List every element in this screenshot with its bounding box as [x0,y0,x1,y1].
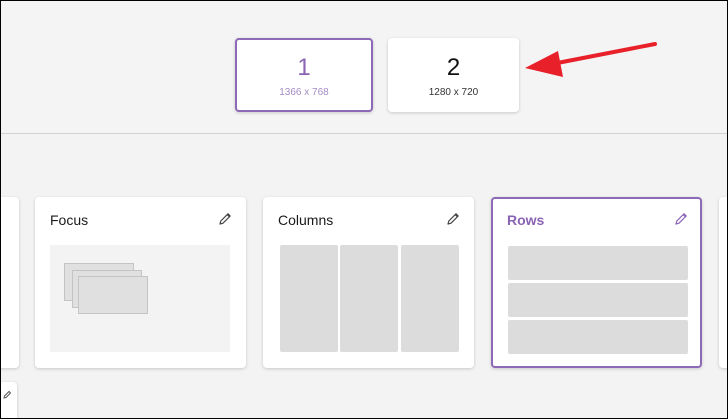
layout-card-rows[interactable]: Rows [491,197,702,368]
row-zone-2 [508,283,688,317]
pencil-icon[interactable] [673,211,689,227]
focus-zone-3 [78,276,148,314]
layout-card-title: Focus [50,212,89,228]
layout-card-previous-partial[interactable] [1,197,19,368]
layout-preview-rows [508,246,688,354]
layout-preview-focus [50,245,230,352]
pencil-icon[interactable] [445,211,461,227]
monitor-1-resolution: 1366 x 768 [279,87,329,98]
column-zone-1 [280,245,338,352]
layout-card-columns[interactable]: Columns [263,197,474,368]
column-zone-2 [340,245,398,352]
monitor-2-number: 2 [446,54,461,81]
monitor-selector-bar: 1 1366 x 768 2 1280 x 720 [1,1,727,134]
layout-card-focus[interactable]: Focus [35,197,246,368]
row-zone-1 [508,246,688,280]
layout-card-next-partial[interactable] [719,197,727,368]
monitor-2-button[interactable]: 2 1280 x 720 [388,38,519,112]
column-zone-3 [401,245,459,352]
layout-card-bottom-partial[interactable] [1,382,17,418]
pencil-icon[interactable] [217,211,233,227]
fancyzones-editor-window: 1 1366 x 768 2 1280 x 720 Focus Columns [0,0,728,419]
monitor-2-resolution: 1280 x 720 [428,87,479,98]
monitor-1-number: 1 [297,54,311,81]
layout-card-title: Rows [507,212,545,228]
layout-preview-columns [278,245,459,352]
pencil-icon [3,390,12,399]
monitor-1-button[interactable]: 1 1366 x 768 [235,38,373,112]
layout-card-title: Columns [278,212,334,228]
row-zone-3 [508,320,688,354]
